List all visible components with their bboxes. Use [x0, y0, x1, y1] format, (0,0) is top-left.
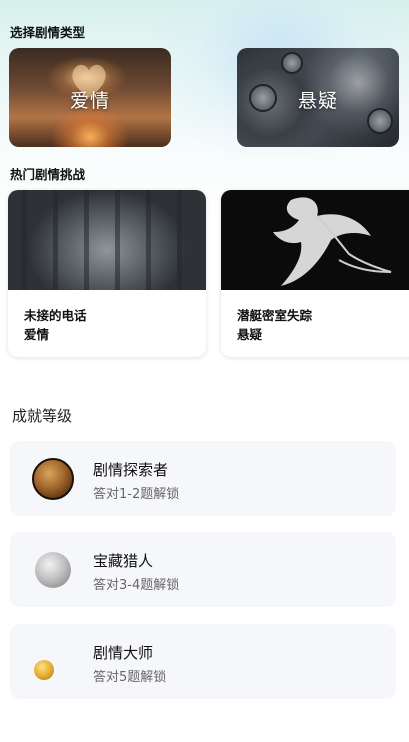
hot-card-tag: 悬疑	[237, 327, 263, 342]
achievement-card[interactable]: 剧情探索者 答对1-2题解锁	[10, 441, 396, 516]
silver-coin-icon	[35, 552, 71, 588]
achievement-card[interactable]: 剧情大师 答对5题解锁	[10, 624, 396, 699]
achievement-desc: 答对3-4题解锁	[93, 578, 180, 593]
type-card-love[interactable]: 爱情	[9, 48, 171, 147]
dancer-figure	[273, 197, 392, 286]
type-label-love: 爱情	[69, 90, 110, 112]
hot-card-title: 未接的电话	[24, 308, 87, 323]
hot-card[interactable]: 未接的电话 爱情	[8, 190, 206, 357]
type-label-mystery: 悬疑	[297, 90, 338, 112]
achievement-name: 剧情大师	[93, 644, 154, 662]
clock-icon	[281, 52, 303, 74]
section-title-types: 选择剧情类型	[10, 25, 86, 40]
achievement-desc: 答对5题解锁	[93, 670, 167, 685]
section-title-achievements: 成就等级	[12, 407, 73, 425]
dancer-image	[221, 190, 409, 290]
foggy-forest-image	[8, 190, 206, 290]
hot-card[interactable]: 潜艇密室失踪 悬疑	[221, 190, 409, 357]
hot-card-title: 潜艇密室失踪	[237, 308, 313, 323]
type-card-mystery[interactable]: 悬疑	[237, 48, 399, 147]
section-title-hot: 热门剧情挑战	[10, 167, 86, 182]
bronze-coin-icon	[32, 458, 74, 500]
achievement-desc: 答对1-2题解锁	[93, 487, 180, 502]
hot-card-tag: 爱情	[24, 327, 50, 342]
achievement-name: 剧情探索者	[93, 461, 169, 479]
gold-coin-icon	[34, 660, 54, 680]
achievement-card[interactable]: 宝藏猎人 答对3-4题解锁	[10, 532, 396, 607]
achievement-name: 宝藏猎人	[93, 552, 154, 570]
